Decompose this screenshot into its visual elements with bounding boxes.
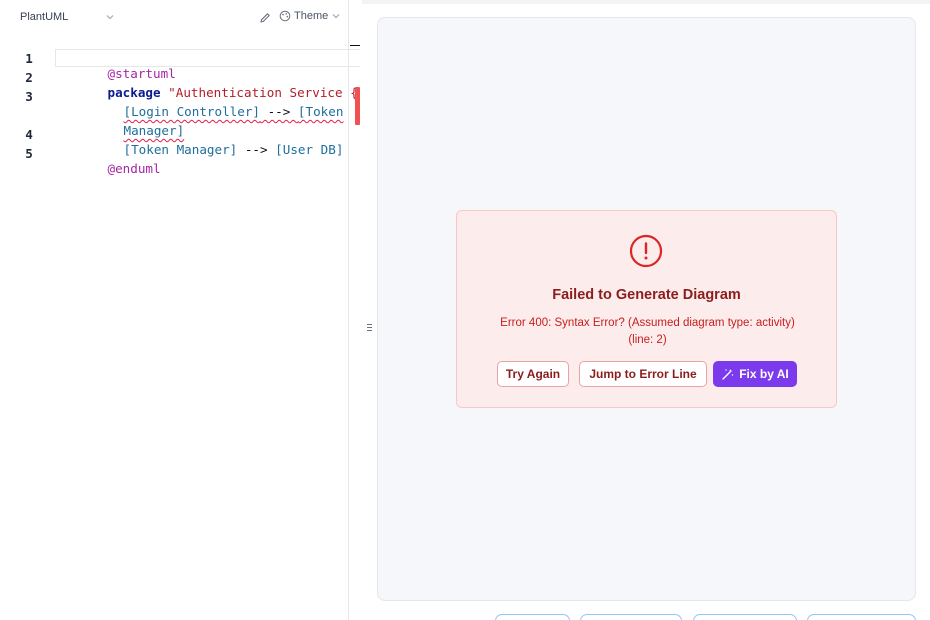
magic-wand-icon bbox=[722, 368, 734, 380]
top-divider bbox=[362, 0, 930, 4]
fix-by-ai-label: Fix by AI bbox=[739, 367, 789, 381]
error-card: Failed to Generate Diagram Error 400: Sy… bbox=[456, 210, 837, 408]
pencil-icon[interactable] bbox=[258, 11, 272, 25]
code-token: [User DB] bbox=[275, 142, 344, 157]
code-line: @enduml bbox=[62, 146, 161, 191]
line-number: 4 bbox=[25, 127, 33, 142]
language-label: PlantUML bbox=[20, 11, 69, 23]
bottom-action-button[interactable] bbox=[495, 614, 570, 620]
bottom-action-button[interactable] bbox=[580, 614, 682, 620]
line-number: 3 bbox=[25, 89, 33, 104]
code-token: --> bbox=[259, 104, 298, 119]
pane-resize-handle[interactable] bbox=[366, 322, 373, 336]
line-number: 1 bbox=[25, 51, 33, 66]
code-area[interactable]: 1 2 3 4 5 @startuml package "Authenticat… bbox=[0, 48, 360, 608]
bottom-action-button[interactable] bbox=[807, 614, 916, 620]
error-title: Failed to Generate Diagram bbox=[552, 287, 741, 303]
chevron-down-icon bbox=[332, 14, 340, 19]
theme-label: Theme bbox=[294, 10, 329, 22]
line-number: 2 bbox=[25, 70, 33, 85]
bottom-action-button[interactable] bbox=[693, 614, 797, 620]
language-select[interactable]: PlantUML bbox=[20, 11, 68, 23]
error-message: Error 400: Syntax Error? (Assumed diagra… bbox=[475, 315, 820, 349]
chevron-down-icon[interactable] bbox=[105, 12, 115, 22]
alert-circle-icon bbox=[629, 234, 663, 268]
jump-to-error-line-button[interactable]: Jump to Error Line bbox=[579, 361, 707, 387]
line-number: 5 bbox=[25, 146, 33, 161]
palette-icon bbox=[279, 10, 291, 22]
editor-toolbar: PlantUML Theme bbox=[0, 0, 349, 36]
try-again-button[interactable]: Try Again bbox=[497, 361, 569, 387]
code-token: @enduml bbox=[107, 161, 161, 176]
error-message-line: Error 400: Syntax Error? (Assumed diagra… bbox=[500, 317, 795, 329]
fix-by-ai-button[interactable]: Fix by AI bbox=[713, 361, 797, 387]
error-scroll-marker[interactable] bbox=[355, 87, 360, 125]
error-message-line: (line: 2) bbox=[628, 334, 667, 346]
theme-button[interactable]: Theme bbox=[279, 10, 341, 22]
code-token: [Token bbox=[297, 104, 344, 119]
code-editor-pane: PlantUML Theme 1 2 3 4 5 @startuml packa… bbox=[0, 0, 360, 620]
code-token: --> bbox=[237, 142, 276, 157]
editor-cursor-mark bbox=[350, 45, 360, 46]
